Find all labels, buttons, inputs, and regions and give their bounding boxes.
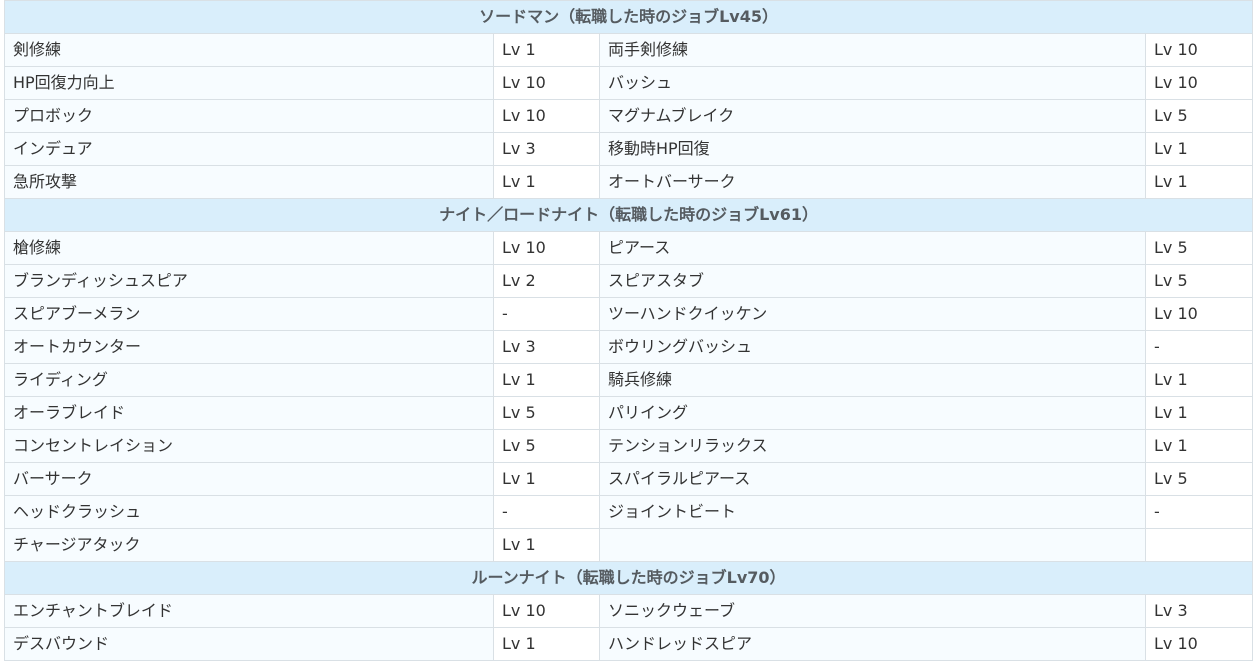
table-row: スピアブーメラン - ツーハンドクイッケン Lv 10 <box>4 297 1254 331</box>
section-title: ナイト／ロードナイト（転職した時のジョブLv61） <box>3 198 1254 232</box>
skill-level-right: Lv 1 <box>1144 165 1254 199</box>
table-row: ヘッドクラッシュ - ジョイントビート - <box>4 495 1254 529</box>
table-row: オートカウンター Lv 3 ボウリングバッシュ - <box>4 330 1254 364</box>
skill-level-left: Lv 1 <box>493 363 600 397</box>
skill-name-right: スパイラルピアース <box>599 462 1146 496</box>
skill-level-left: - <box>493 297 600 331</box>
skill-name-right: スピアスタブ <box>599 264 1146 298</box>
skill-name-left: エンチャントブレイド <box>4 594 494 628</box>
skill-level-right: Lv 1 <box>1144 429 1254 463</box>
skill-name-right: オートバーサーク <box>599 165 1146 199</box>
skill-level-right: Lv 5 <box>1144 99 1254 133</box>
skill-name-left: チャージアタック <box>4 528 494 562</box>
table-row: プロボック Lv 10 マグナムブレイク Lv 5 <box>4 99 1254 133</box>
table-row: エンチャントブレイド Lv 10 ソニックウェーブ Lv 3 <box>4 594 1254 628</box>
skill-name-right: ツーハンドクイッケン <box>599 297 1146 331</box>
table-row: バーサーク Lv 1 スパイラルピアース Lv 5 <box>4 462 1254 496</box>
skill-name-right: ピアース <box>599 231 1146 265</box>
skill-name-left: ヘッドクラッシュ <box>4 495 494 529</box>
skill-name-left: デスバウンド <box>4 627 494 661</box>
skill-level-right <box>1144 528 1254 562</box>
skill-name-left: スピアブーメラン <box>4 297 494 331</box>
skill-name-left: ライディング <box>4 363 494 397</box>
skill-name-left: コンセントレイション <box>4 429 494 463</box>
table-row: コンセントレイション Lv 5 テンションリラックス Lv 1 <box>4 429 1254 463</box>
skill-name-left: 剣修練 <box>4 33 494 67</box>
skill-name-left: 槍修練 <box>4 231 494 265</box>
skill-level-right: Lv 10 <box>1144 297 1254 331</box>
skill-name-right: ソニックウェーブ <box>599 594 1146 628</box>
section-title: ソードマン（転職した時のジョブLv45） <box>3 0 1254 34</box>
table-row: チャージアタック Lv 1 <box>4 528 1254 562</box>
table-row: ブランディッシュスピア Lv 2 スピアスタブ Lv 5 <box>4 264 1254 298</box>
skill-level-left: Lv 5 <box>493 429 600 463</box>
skill-level-right: Lv 3 <box>1144 594 1254 628</box>
skill-name-right: テンションリラックス <box>599 429 1146 463</box>
skill-level-right: Lv 10 <box>1144 33 1254 67</box>
skill-level-left: Lv 3 <box>493 132 600 166</box>
skill-name-left: バーサーク <box>4 462 494 496</box>
skill-table: ソードマン（転職した時のジョブLv45） 剣修練 Lv 1 両手剣修練 Lv 10 HP回… <box>3 0 1254 661</box>
skill-name-right: ボウリングバッシュ <box>599 330 1146 364</box>
table-row: ライディング Lv 1 騎兵修練 Lv 1 <box>4 363 1254 397</box>
skill-name-right: 騎兵修練 <box>599 363 1146 397</box>
skill-level-left: Lv 5 <box>493 396 600 430</box>
skill-level-left: Lv 1 <box>493 627 600 661</box>
skill-level-right: Lv 5 <box>1144 231 1254 265</box>
skill-level-right: Lv 5 <box>1144 462 1254 496</box>
skill-name-left: オーラブレイド <box>4 396 494 430</box>
skill-name-right: 移動時HP回復 <box>599 132 1146 166</box>
skill-level-right: Lv 1 <box>1144 396 1254 430</box>
section-header: ナイト／ロードナイト（転職した時のジョブLv61） <box>3 198 1254 232</box>
skill-level-right: Lv 10 <box>1144 627 1254 661</box>
skill-name-right: ハンドレッドスピア <box>599 627 1146 661</box>
skill-level-right: Lv 1 <box>1144 363 1254 397</box>
skill-name-right: ジョイントビート <box>599 495 1146 529</box>
table-row: インデュア Lv 3 移動時HP回復 Lv 1 <box>4 132 1254 166</box>
section-header: ソードマン（転職した時のジョブLv45） <box>3 0 1254 34</box>
skill-level-left: Lv 1 <box>493 33 600 67</box>
skill-level-left: Lv 10 <box>493 231 600 265</box>
table-row: HP回復力向上 Lv 10 バッシュ Lv 10 <box>4 66 1254 100</box>
section-title: ルーンナイト（転職した時のジョブLv70） <box>3 561 1254 595</box>
skill-level-left: - <box>493 495 600 529</box>
skill-table-container: ソードマン（転職した時のジョブLv45） 剣修練 Lv 1 両手剣修練 Lv 10 HP回… <box>3 0 1254 661</box>
skill-level-left: Lv 10 <box>493 99 600 133</box>
skill-name-left: ブランディッシュスピア <box>4 264 494 298</box>
skill-level-left: Lv 1 <box>493 462 600 496</box>
table-row: 剣修練 Lv 1 両手剣修練 Lv 10 <box>4 33 1254 67</box>
skill-level-left: Lv 3 <box>493 330 600 364</box>
table-row: オーラブレイド Lv 5 パリイング Lv 1 <box>4 396 1254 430</box>
skill-name-right <box>599 528 1146 562</box>
skill-name-right: マグナムブレイク <box>599 99 1146 133</box>
table-row: 槍修練 Lv 10 ピアース Lv 5 <box>4 231 1254 265</box>
skill-level-right: - <box>1144 330 1254 364</box>
section-header: ルーンナイト（転職した時のジョブLv70） <box>3 561 1254 595</box>
skill-level-left: Lv 2 <box>493 264 600 298</box>
skill-name-right: 両手剣修練 <box>599 33 1146 67</box>
skill-level-left: Lv 1 <box>493 528 600 562</box>
skill-table-body: ソードマン（転職した時のジョブLv45） 剣修練 Lv 1 両手剣修練 Lv 10 HP回… <box>3 0 1254 661</box>
skill-name-left: オートカウンター <box>4 330 494 364</box>
skill-name-left: プロボック <box>4 99 494 133</box>
skill-name-left: 急所攻撃 <box>4 165 494 199</box>
skill-level-left: Lv 10 <box>493 594 600 628</box>
skill-level-right: Lv 10 <box>1144 66 1254 100</box>
skill-level-left: Lv 1 <box>493 165 600 199</box>
skill-level-right: - <box>1144 495 1254 529</box>
skill-name-left: HP回復力向上 <box>4 66 494 100</box>
skill-level-right: Lv 1 <box>1144 132 1254 166</box>
table-row: 急所攻撃 Lv 1 オートバーサーク Lv 1 <box>4 165 1254 199</box>
skill-name-right: パリイング <box>599 396 1146 430</box>
skill-name-right: バッシュ <box>599 66 1146 100</box>
skill-level-left: Lv 10 <box>493 66 600 100</box>
skill-level-right: Lv 5 <box>1144 264 1254 298</box>
table-row: デスバウンド Lv 1 ハンドレッドスピア Lv 10 <box>4 627 1254 661</box>
skill-name-left: インデュア <box>4 132 494 166</box>
